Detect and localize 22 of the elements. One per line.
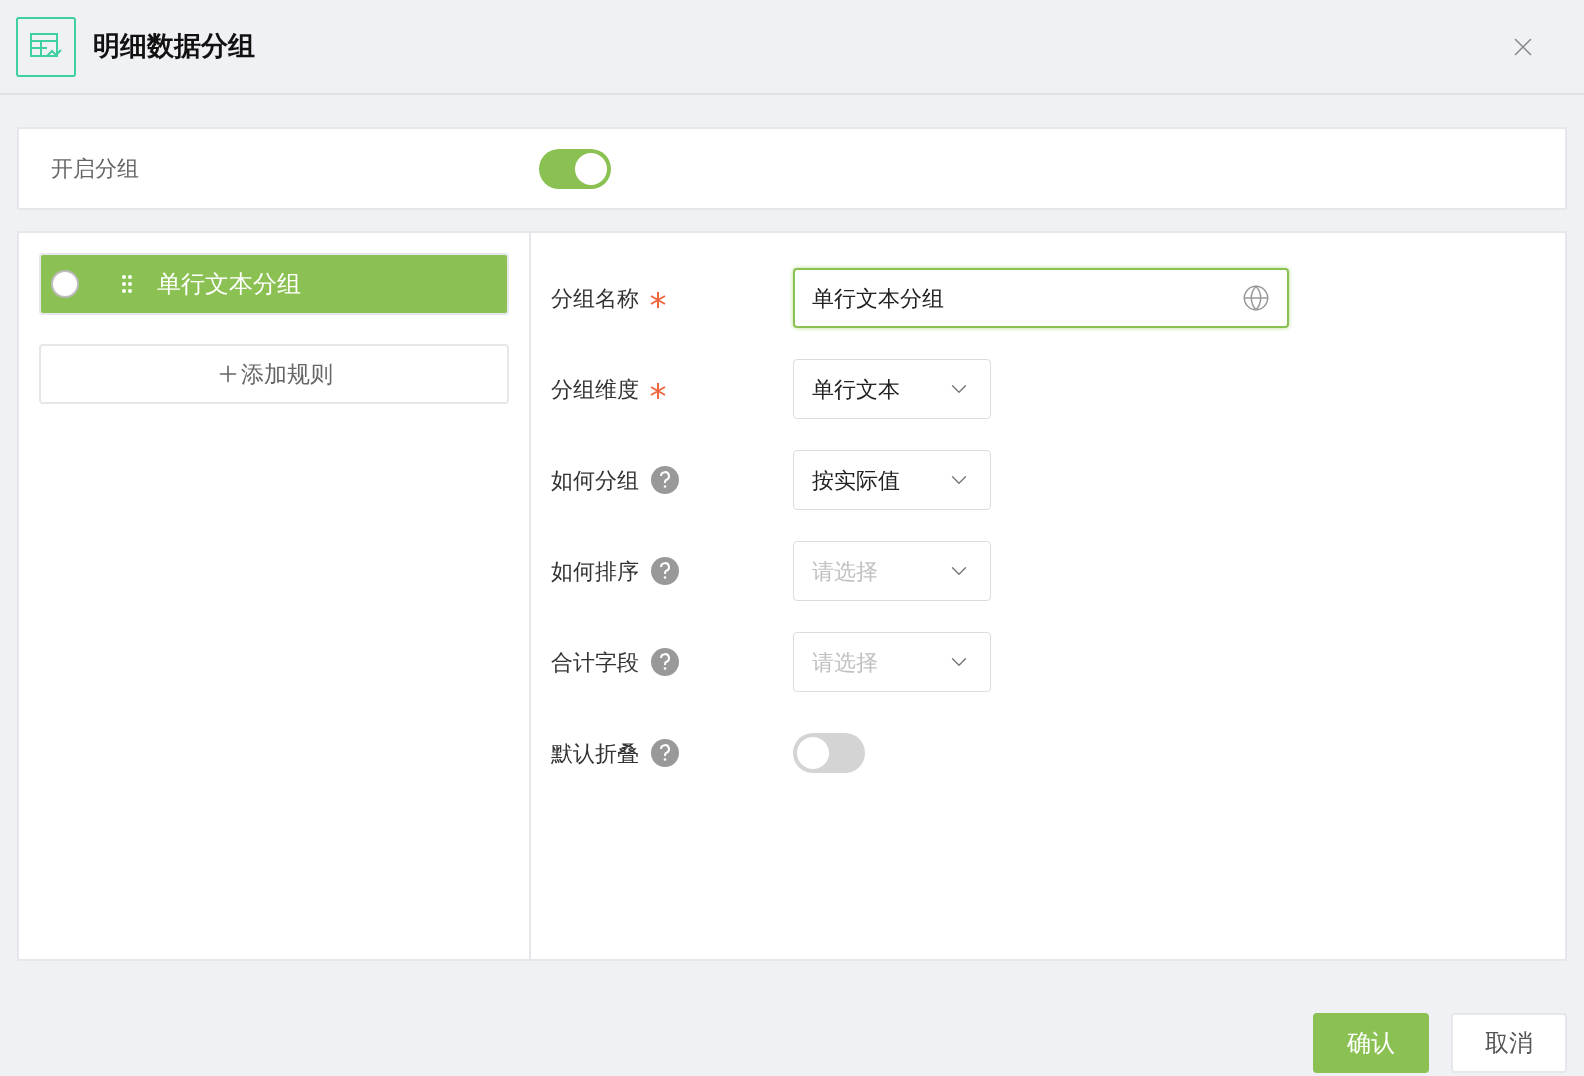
text-input-field[interactable]: 单行文本分组 [793, 268, 1289, 328]
cancel-button[interactable]: 取消 [1451, 1013, 1567, 1073]
select-dropdown[interactable]: 单行文本 [793, 359, 991, 419]
field-label: 分组维度 [551, 375, 639, 404]
select-dropdown[interactable]: 按实际值 [793, 450, 991, 510]
dialog-title: 明细数据分组 [93, 30, 255, 64]
field-label: 默认折叠 [551, 739, 639, 768]
field-label: 如何分组 [551, 466, 639, 495]
field-label: 合计字段 [551, 648, 639, 677]
toggle-label: 开启分组 [51, 155, 140, 183]
toggle-switch[interactable] [793, 733, 865, 773]
field-label: 分组名称 [551, 284, 639, 313]
rule-label: 单行文本分组 [157, 269, 301, 299]
add-rule-button[interactable]: 添加规则 [39, 344, 509, 404]
help-icon[interactable] [651, 557, 679, 585]
toggle-switch[interactable] [539, 148, 611, 189]
table-chart-icon [16, 16, 76, 77]
globe-icon[interactable] [1242, 284, 1270, 312]
help-icon[interactable] [651, 466, 679, 494]
help-icon[interactable] [651, 648, 679, 676]
field-label: 如何排序 [551, 557, 639, 586]
help-icon[interactable] [651, 739, 679, 767]
